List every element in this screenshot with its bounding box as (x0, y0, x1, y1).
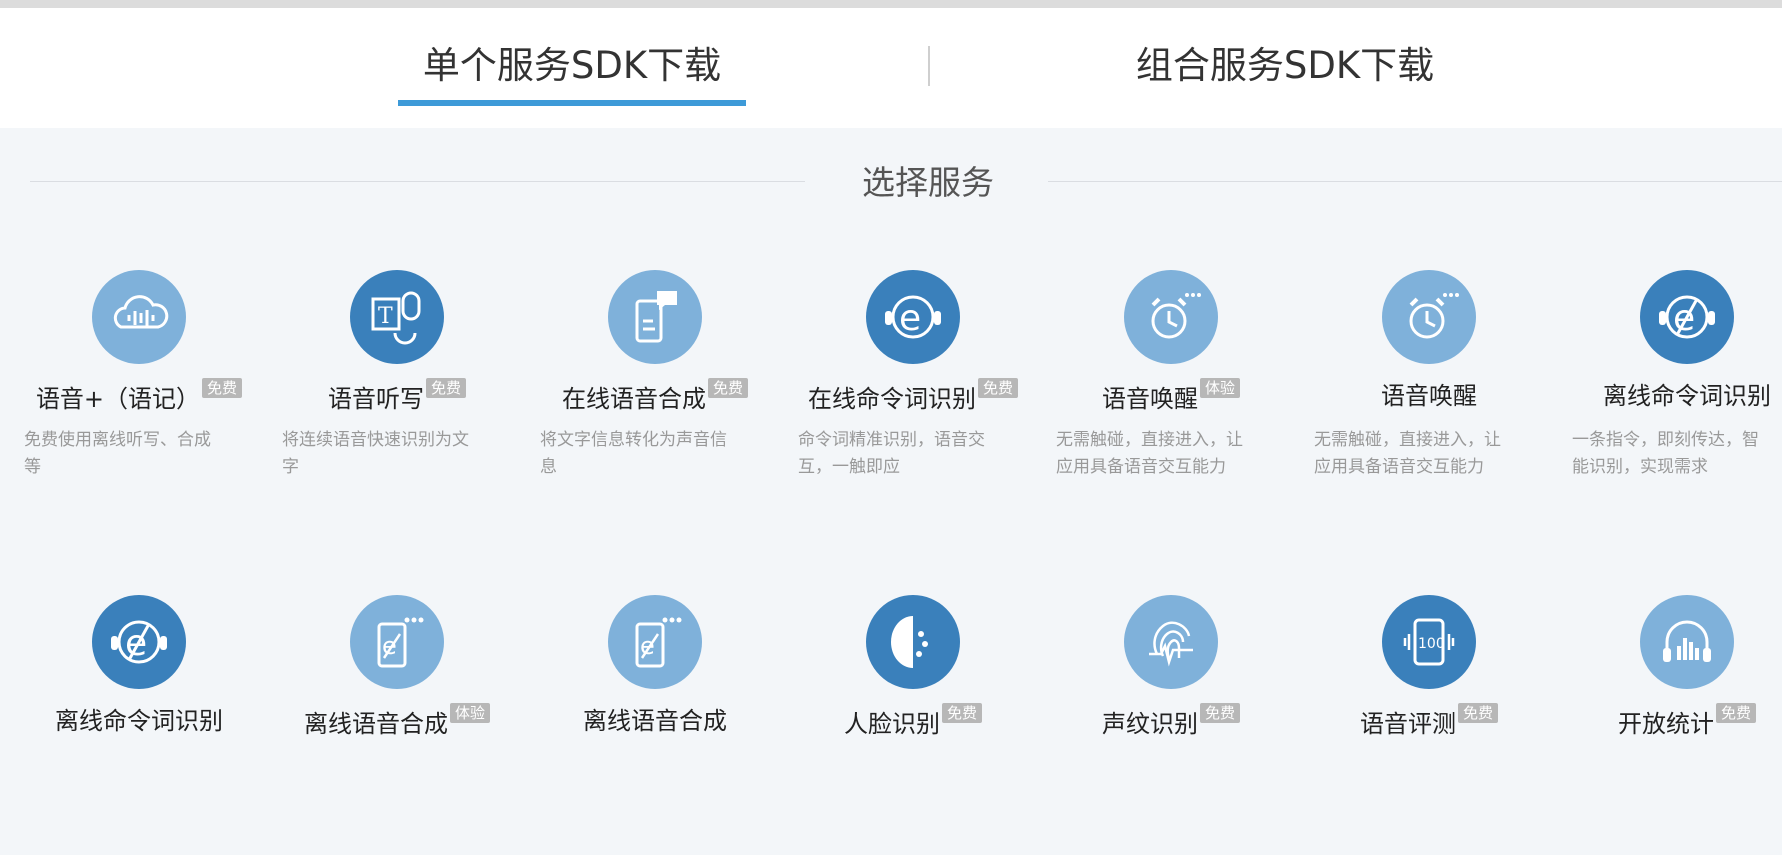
headphones-chart-icon (1640, 595, 1734, 689)
service-title-row: 语音听写 免费 (268, 378, 526, 417)
service-badge: 免费 (1199, 703, 1240, 723)
headset-e-icon: e (866, 270, 960, 364)
service-card[interactable]: e 离线命令词识别一条指令，即刻传达，智能识别，实现需求 (1558, 270, 1782, 530)
service-card[interactable]: 开放统计 免费 (1558, 595, 1782, 855)
service-badge: 体验 (449, 703, 490, 723)
service-card[interactable]: 100 语音评测 免费 (1300, 595, 1558, 855)
service-card[interactable]: 语音+（语记） 免费免费使用离线听写、合成等 (10, 270, 268, 530)
service-name: 语音听写 (327, 385, 424, 413)
service-card[interactable]: e 离线语音合成 体验 (268, 595, 526, 855)
service-card[interactable]: e 离线语音合成 (526, 595, 784, 855)
service-badge: 体验 (1199, 378, 1240, 398)
service-name: 离线命令词识别 (55, 707, 223, 735)
fingerprint-icon (1124, 595, 1218, 689)
service-title-row: 语音评测 免费 (1300, 703, 1558, 742)
service-card[interactable]: 语音唤醒无需触碰，直接进入，让应用具备语音交互能力 (1300, 270, 1558, 530)
headset-offline-e-icon: e (1640, 270, 1734, 364)
service-title-row: 在线语音合成 免费 (526, 378, 784, 417)
phone-offline-e-icon: e (608, 595, 702, 689)
service-card[interactable]: 人脸识别 免费 (784, 595, 1042, 855)
service-name: 人脸识别 (843, 710, 940, 738)
face-icon (866, 595, 960, 689)
svg-text:100: 100 (1418, 636, 1445, 652)
service-description: 无需触碰，直接进入，让应用具备语音交互能力 (1314, 430, 1501, 477)
service-badge: 免费 (202, 378, 243, 398)
phone-chat-icon (608, 270, 702, 364)
svg-text:e: e (1673, 298, 1695, 339)
service-title-row: 人脸识别 免费 (784, 703, 1042, 742)
headset-offline-e-icon: e (92, 595, 186, 689)
service-card[interactable]: 在线语音合成 免费将文字信息转化为声音信息 (526, 270, 784, 530)
service-description: 一条指令，即刻传达，智能识别，实现需求 (1572, 430, 1759, 477)
alarm-clock-icon (1382, 270, 1476, 364)
service-name: 语音唤醒 (1101, 385, 1198, 413)
service-badge: 免费 (1457, 703, 1498, 723)
service-name: 在线语音合成 (561, 385, 706, 413)
service-description: 无需触碰，直接进入，让应用具备语音交互能力 (1056, 430, 1243, 477)
service-badge: 免费 (707, 378, 748, 398)
service-name: 开放统计 (1617, 710, 1714, 738)
service-description: 将连续语音快速识别为文字 (282, 430, 469, 477)
service-card[interactable]: 声纹识别 免费 (1042, 595, 1300, 855)
phone-score-icon: 100 (1382, 595, 1476, 689)
service-badge: 免费 (425, 378, 466, 398)
service-name: 离线语音合成 (583, 707, 727, 735)
svg-text:e: e (125, 623, 147, 664)
service-name: 语音评测 (1359, 710, 1456, 738)
service-name: 在线命令词识别 (807, 385, 976, 413)
service-card[interactable]: e 在线命令词识别 免费命令词精准识别，语音交互，一触即应 (784, 270, 1042, 530)
service-title-row: 语音唤醒 体验 (1042, 378, 1300, 417)
service-title-row: 开放统计 免费 (1558, 703, 1782, 742)
svg-text:T: T (378, 304, 393, 329)
service-name: 声纹识别 (1101, 710, 1198, 738)
service-badge: 免费 (941, 703, 982, 723)
service-grid: 语音+（语记） 免费 免费使用离线听写、合成等 T 语音听写 免费 将连续语音快速识别为文字… (0, 0, 1782, 739)
service-description: 免费使用离线听写、合成等 (24, 430, 211, 477)
phone-offline-e-icon: e (350, 595, 444, 689)
service-card[interactable]: e 离线命令词识别 (10, 595, 268, 855)
service-title-row: 离线命令词识别 (1558, 378, 1782, 414)
service-title-row: 语音+（语记） 免费 (10, 378, 268, 417)
service-badge: 免费 (1715, 703, 1756, 723)
service-badge: 免费 (977, 378, 1018, 398)
service-description: 命令词精准识别，语音交互，一触即应 (798, 430, 985, 477)
service-title-row: 离线语音合成 体验 (268, 703, 526, 742)
service-name: 语音+（语记） (35, 385, 201, 413)
service-name: 语音唤醒 (1381, 382, 1477, 410)
service-name: 离线命令词识别 (1603, 382, 1771, 410)
cloud-voice-icon (92, 270, 186, 364)
service-title-row: 语音唤醒 (1300, 378, 1558, 414)
svg-text:e: e (899, 298, 921, 339)
service-card[interactable]: T 语音听写 免费将连续语音快速识别为文字 (268, 270, 526, 530)
service-description: 将文字信息转化为声音信息 (540, 430, 727, 477)
service-card[interactable]: 语音唤醒 体验无需触碰，直接进入，让应用具备语音交互能力 (1042, 270, 1300, 530)
service-title-row: 在线命令词识别 免费 (784, 378, 1042, 417)
service-name: 离线语音合成 (303, 710, 448, 738)
service-title-row: 声纹识别 免费 (1042, 703, 1300, 742)
alarm-clock-icon (1124, 270, 1218, 364)
service-title-row: 离线语音合成 (526, 703, 784, 739)
text-microphone-icon: T (350, 270, 444, 364)
service-title-row: 离线命令词识别 (10, 703, 268, 739)
